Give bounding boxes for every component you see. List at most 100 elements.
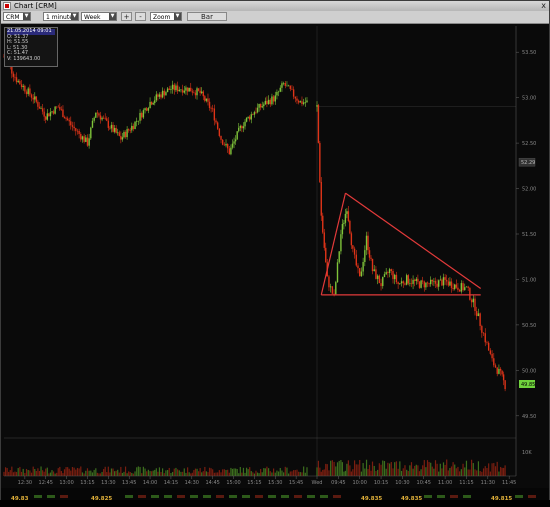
volume-bar [330,460,332,476]
candle-body [157,94,159,97]
volume-bar [409,465,411,476]
candle-body [493,358,495,366]
volume-bar [256,472,259,476]
volume-bar [128,471,130,476]
volume-bar [241,472,243,476]
strip-mark [320,495,328,498]
candles [3,53,506,392]
chevron-down-icon[interactable]: ▼ [71,13,78,20]
chevron-down-icon[interactable]: ▼ [174,13,181,20]
volume-bar [467,469,469,476]
volume-bar [52,471,55,476]
volume-bar [218,470,220,476]
candle-body [376,275,379,279]
candle-body [196,88,198,96]
candle-body [289,85,291,89]
axes: 53.50 53.00 52.50 52.00 51.50 51.00 50.50 50.00… [4,26,536,486]
volume-bar [223,469,225,476]
candle-body [316,105,318,107]
candle-body [439,279,442,281]
candle-body [210,107,212,109]
candle-body [120,135,122,140]
candle-body [404,283,406,285]
volume-bar [67,467,69,476]
candle-body [371,258,374,272]
y-tick-label: 50.00 [522,368,536,374]
symbol-input[interactable]: CRM ▼ [3,12,31,21]
candle-body [34,96,36,100]
volume-bar [496,461,498,476]
volume-bar [269,471,271,476]
x-tick-label: 15:30 [268,480,282,486]
volume-bar [303,466,305,476]
candle-body [269,99,271,105]
volume-bar [163,473,165,476]
volume-bar [383,461,386,476]
volume-bar [17,468,19,476]
candle-body [193,92,195,94]
close-icon[interactable]: x [541,1,546,11]
candle-body [481,325,483,333]
x-tick-label: 11:45 [502,480,516,486]
zoom-select[interactable]: Zoom ▼ [150,12,182,21]
candle-body [267,99,270,105]
title-bar[interactable]: Chart [CRM] x [1,1,549,11]
candle-body [37,101,39,107]
volume-bar [493,463,495,476]
candle-body [90,127,92,139]
volume-bar [274,472,276,476]
volume-bar [227,469,229,476]
volume-bar [132,473,134,476]
x-tick-label: 13:30 [101,480,115,486]
volume-bar [436,463,438,476]
price-chart[interactable]: 53.50 53.00 52.50 52.00 51.50 51.00 50.50 50.00… [1,24,549,488]
bottom-value-label: 49.815 [491,496,512,502]
candle-body [340,234,342,252]
candle-body [70,121,72,126]
strip-mark [463,495,471,498]
candle-body [276,91,278,96]
x-tick-label: 13:00 [59,480,73,486]
chevron-down-icon[interactable]: ▼ [23,13,30,20]
volume-bar [85,470,87,476]
candle-body [498,368,500,374]
bottom-value-strip: 49.83 49.825 49.835 49.835 49.815 [1,488,549,502]
candle-body [136,120,138,122]
period-select[interactable]: Week ▼ [81,12,117,21]
candle-body [129,130,131,131]
candle-body [185,87,187,91]
candle-body [496,367,498,374]
strip-mark [47,495,55,498]
x-tick-label: 14:00 [143,480,157,486]
candle-body [294,96,296,99]
volume-bar [178,470,180,476]
volume-bar [54,473,56,476]
candle-body [484,333,486,343]
volume-bar [371,461,374,476]
candle-body [344,213,347,223]
zoom-out-button[interactable]: - [135,12,146,21]
volume-bar [319,467,321,476]
chevron-down-icon[interactable]: ▼ [109,13,116,20]
candle-body [139,112,141,121]
volume-bar [400,470,403,476]
volume-bar [199,468,201,476]
volume-bar [158,467,161,476]
x-tick-label: 10:45 [417,480,431,486]
bottom-value-label: 49.83 [11,496,29,502]
zoom-in-button[interactable]: + [121,12,132,21]
strip-mark [242,495,250,498]
volume-bar [340,460,342,476]
symbol-value: CRM [6,14,20,21]
interval-select[interactable]: 1 minute ▼ [43,12,79,21]
volume-bar [166,470,169,476]
y-tick-label: 52.00 [522,187,536,193]
candle-body [150,101,153,105]
strip-mark [333,495,341,498]
candle-body [263,104,265,107]
candle-body [380,283,382,287]
candle-body [183,90,185,93]
volume-bar [230,467,232,476]
volume-bar [99,473,102,476]
bar-type-button[interactable]: Bar [187,12,227,21]
